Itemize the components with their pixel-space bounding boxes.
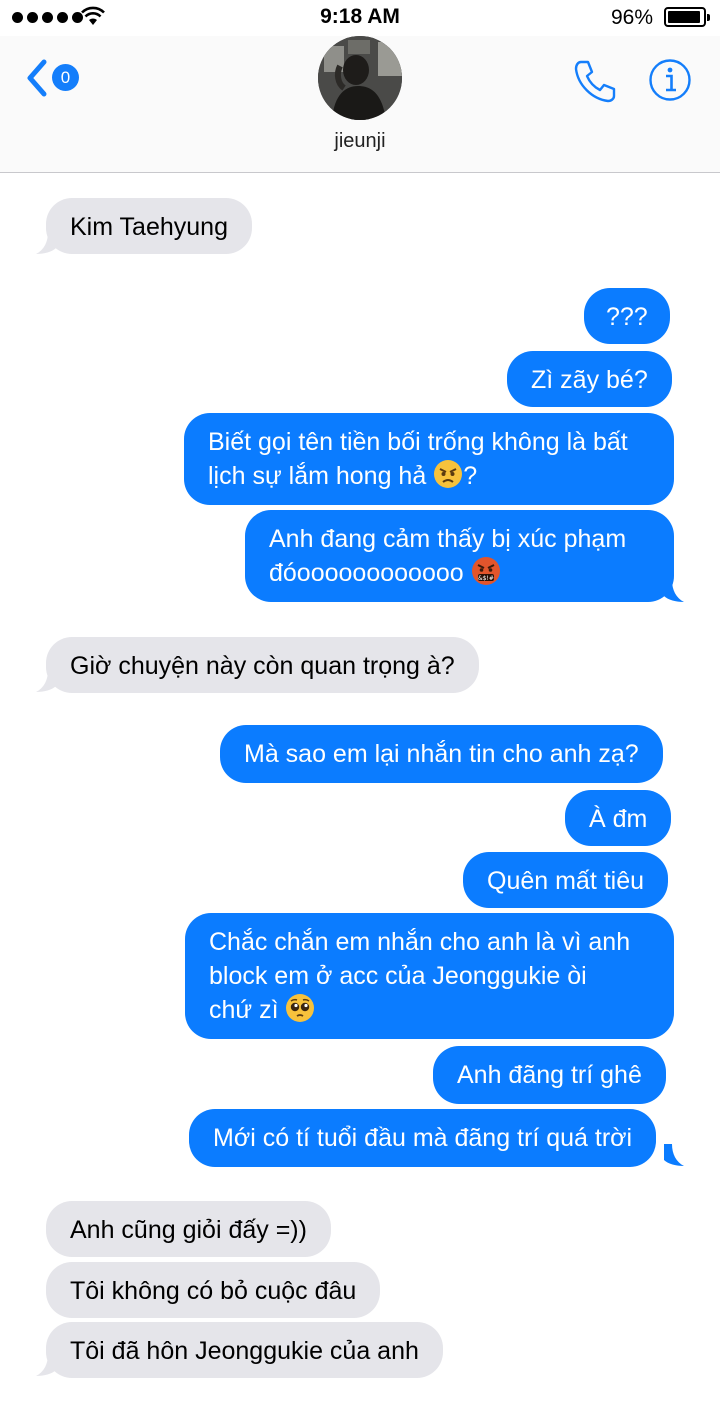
message-text-line: chứ zì xyxy=(209,996,279,1024)
message-text-line: đóoooooooooooo xyxy=(269,559,464,587)
incoming-message[interactable]: Kim Taehyung xyxy=(46,198,252,254)
bubble-tail xyxy=(36,1354,56,1376)
message-text-line: Anh đang cảm thấy bị xúc phạm xyxy=(269,525,627,553)
message-text: Zì zãy bé? xyxy=(531,366,648,394)
message-text: Kim Taehyung xyxy=(70,213,228,241)
message-text: Mới có tí tuổi đầu mà đãng trí quá trời xyxy=(213,1124,633,1152)
message-text: Anh cũng giỏi đấy =)) xyxy=(70,1216,307,1244)
message-text-line-row: chứ zì xyxy=(209,993,650,1027)
unread-count-badge: 0 xyxy=(52,64,79,91)
message-text: ??? xyxy=(606,303,648,331)
outgoing-message[interactable]: Anh đang cảm thấy bị xúc phạm đóoooooooo… xyxy=(245,510,674,602)
message-text-line: lịch sự lắm hong hả xyxy=(208,462,427,490)
outgoing-message[interactable]: Mới có tí tuổi đầu mà đãng trí quá trời xyxy=(189,1109,657,1167)
angry-face-icon xyxy=(434,460,463,488)
message-text-line: Biết gọi tên tiền bối trống không là bất xyxy=(208,428,628,456)
conversation-header: 0 jieunji xyxy=(0,36,720,173)
message-text-line-row: đóoooooooooooo &$!# xyxy=(269,556,650,590)
back-button[interactable]: 0 xyxy=(24,56,86,100)
outgoing-message[interactable]: À đm xyxy=(565,790,672,846)
contact-avatar[interactable] xyxy=(318,36,402,120)
outgoing-message[interactable]: Mà sao em lại nhắn tin cho anh zạ? xyxy=(220,725,663,783)
svg-text:&$!#: &$!# xyxy=(478,575,494,582)
message-text-line: block em ở acc của Jeonggukie òi xyxy=(209,962,587,990)
face-with-symbols-icon: &$!# xyxy=(471,557,500,585)
phone-icon[interactable] xyxy=(572,58,618,104)
chevron-left-icon xyxy=(27,59,47,97)
outgoing-message[interactable]: Zì zãy bé? xyxy=(507,351,672,407)
bubble-tail xyxy=(36,232,56,254)
incoming-message[interactable]: Tôi đã hôn Jeonggukie của anh xyxy=(46,1322,443,1378)
incoming-message[interactable]: Giờ chuyện này còn quan trọng à? xyxy=(46,637,479,693)
outgoing-message[interactable]: Chắc chắn em nhắn cho anh là vì anh bloc… xyxy=(185,913,674,1039)
bubble-tail xyxy=(36,670,56,692)
message-text: Tôi đã hôn Jeonggukie của anh xyxy=(70,1337,419,1365)
message-text: À đm xyxy=(589,805,648,833)
pleading-face-icon xyxy=(286,994,315,1022)
battery-icon xyxy=(664,7,710,27)
message-text-line-row: lịch sự lắm hong hả ? xyxy=(208,459,650,493)
message-text-line: Chắc chắn em nhắn cho anh là vì anh xyxy=(209,928,631,956)
contact-name[interactable]: jieunji xyxy=(0,130,720,153)
message-text: Mà sao em lại nhắn tin cho anh zạ? xyxy=(244,740,639,768)
avatar-photo xyxy=(318,36,402,120)
message-text: Quên mất tiêu xyxy=(487,867,645,895)
message-text-line-end: ? xyxy=(463,462,478,490)
message-text: Tôi không có bỏ cuộc đâu xyxy=(70,1277,357,1305)
message-text: Anh đãng trí ghê xyxy=(457,1061,642,1089)
incoming-message[interactable]: Tôi không có bỏ cuộc đâu xyxy=(46,1262,381,1318)
outgoing-message[interactable]: ??? xyxy=(584,288,670,344)
outgoing-message[interactable]: Biết gọi tên tiền bối trống không là bất… xyxy=(184,413,674,505)
bubble-tail xyxy=(664,580,684,602)
outgoing-message[interactable]: Anh đãng trí ghê xyxy=(433,1046,666,1104)
incoming-message[interactable]: Anh cũng giỏi đấy =)) xyxy=(46,1201,331,1257)
bubble-tail xyxy=(664,1144,684,1166)
info-icon[interactable] xyxy=(648,58,692,102)
battery-percentage: 96% xyxy=(610,6,653,29)
message-text: Giờ chuyện này còn quan trọng à? xyxy=(70,652,455,680)
outgoing-message[interactable]: Quên mất tiêu xyxy=(463,852,669,908)
status-bar: 9:18 AM 96% xyxy=(0,0,720,36)
